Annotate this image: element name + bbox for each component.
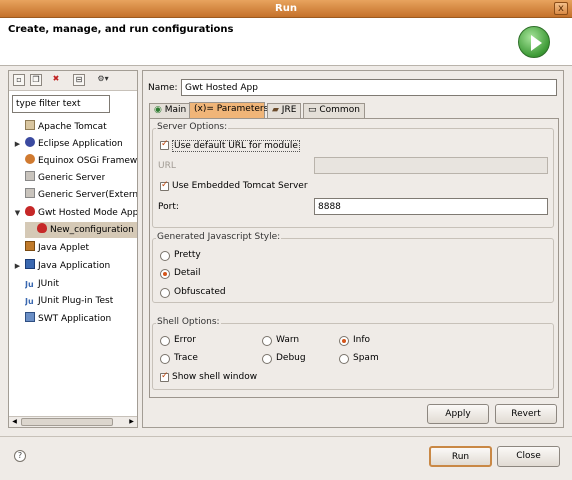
radio-warn-label: Warn	[276, 335, 300, 345]
radio-info[interactable]	[339, 336, 349, 346]
radio-obfuscated[interactable]	[160, 288, 170, 298]
window-title: Run	[275, 3, 297, 14]
close-icon[interactable]: x	[554, 2, 568, 15]
common-tab-icon: ▭	[308, 105, 320, 115]
junit-icon: Ju	[25, 280, 34, 289]
server-icon	[25, 188, 35, 198]
scroll-right-icon[interactable]: ▶	[127, 418, 136, 426]
main-tab-icon: ◉	[154, 105, 165, 115]
jre-tab-icon: ▰	[272, 105, 282, 115]
url-label: URL	[158, 161, 176, 171]
expand-icon[interactable]: ▶	[13, 140, 22, 149]
use-embedded-tomcat-checkbox[interactable]	[160, 180, 169, 191]
use-embedded-tomcat-label: Use Embedded Tomcat Server	[172, 181, 308, 191]
help-icon[interactable]: ?	[14, 450, 26, 462]
radio-info-label: Info	[353, 335, 371, 345]
parameters-page: Server Options: Use default URL for modu…	[149, 118, 559, 398]
tree-item-apache-tomcat[interactable]: Apache Tomcat	[25, 119, 107, 135]
eclipse-icon	[25, 137, 35, 147]
show-shell-window-checkbox[interactable]	[160, 371, 169, 382]
radio-spam-label: Spam	[353, 353, 379, 363]
tree-item-generic-server[interactable]: Generic Server	[25, 170, 105, 186]
port-input[interactable]	[314, 198, 548, 215]
expand-icon[interactable]: ▶	[13, 262, 22, 271]
url-input[interactable]	[314, 157, 548, 174]
name-label: Name:	[148, 83, 178, 93]
footer-divider	[0, 436, 572, 437]
gwt-icon	[25, 206, 35, 216]
radio-trace-label: Trace	[174, 353, 198, 363]
parameters-tab-icon: (x)=	[194, 104, 217, 114]
horizontal-scrollbar[interactable]: ◀ ▶	[9, 416, 137, 427]
junit-icon: Ju	[25, 297, 34, 306]
tab-parameters[interactable]: (x)= Parameters	[189, 102, 268, 118]
new-config-icon[interactable]: ▫	[13, 74, 25, 86]
radio-debug-label: Debug	[276, 353, 306, 363]
close-button[interactable]: Close	[497, 446, 560, 467]
server-options-label: Server Options:	[156, 122, 229, 132]
tree-item-eclipse-application[interactable]: Eclipse Application	[25, 136, 123, 152]
configurations-panel: ▫ ❐ ✖ ⊟ ⚙▾ Apache Tomcat ▶ Eclipse Appli…	[8, 70, 138, 428]
radio-trace[interactable]	[160, 354, 170, 364]
gwt-icon	[37, 223, 47, 233]
collapse-all-icon[interactable]: ⊟	[73, 74, 85, 86]
tree-item-generic-server-external[interactable]: Generic Server(Extern	[25, 187, 137, 203]
port-label: Port:	[158, 202, 179, 212]
radio-error[interactable]	[160, 336, 170, 346]
tree-item-swt-application[interactable]: SWT Application	[25, 311, 111, 327]
tree-item-new-configuration[interactable]: New_configuration	[25, 222, 137, 238]
apply-button[interactable]: Apply	[427, 404, 489, 424]
scroll-thumb[interactable]	[21, 418, 113, 426]
radio-warn[interactable]	[262, 336, 272, 346]
server-icon	[25, 171, 35, 181]
radio-detail-label: Detail	[174, 268, 201, 278]
header-title: Create, manage, and run configurations	[8, 24, 234, 35]
tree-item-java-application[interactable]: Java Application	[25, 258, 110, 274]
radio-obfuscated-label: Obfuscated	[174, 287, 226, 297]
js-style-label: Generated Javascript Style:	[156, 232, 282, 242]
radio-pretty-label: Pretty	[174, 250, 201, 260]
osgi-icon	[25, 154, 35, 164]
tree-item-gwt-hosted-mode[interactable]: Gwt Hosted Mode App	[25, 205, 137, 221]
tree-item-equinox-osgi[interactable]: Equinox OSGi Framew	[25, 153, 137, 169]
scroll-left-icon[interactable]: ◀	[10, 418, 19, 426]
collapse-icon[interactable]: ▼	[13, 209, 22, 218]
swt-icon	[25, 312, 35, 322]
java-icon	[25, 259, 35, 269]
tab-jre[interactable]: ▰ JRE	[267, 103, 302, 118]
filter-input[interactable]	[12, 95, 110, 113]
delete-icon[interactable]: ✖	[50, 74, 62, 86]
tomcat-icon	[25, 120, 35, 130]
radio-spam[interactable]	[339, 354, 349, 364]
configuration-editor: Name: ◉ Main (x)= Parameters ▰ JRE ▭ Com…	[142, 70, 564, 428]
title-bar: Run x	[0, 0, 572, 18]
radio-detail[interactable]	[160, 269, 170, 279]
shell-options-label: Shell Options:	[156, 317, 221, 327]
config-toolbar: ▫ ❐ ✖ ⊟ ⚙▾	[9, 71, 137, 91]
run-icon	[518, 26, 550, 58]
tree-item-junit-plugin-test[interactable]: Ju JUnit Plug-in Test	[25, 293, 113, 309]
duplicate-icon[interactable]: ❐	[30, 74, 42, 86]
filter-icon[interactable]: ⚙▾	[93, 74, 113, 86]
radio-pretty[interactable]	[160, 251, 170, 261]
revert-button[interactable]: Revert	[495, 404, 557, 424]
tab-common[interactable]: ▭ Common	[303, 103, 365, 118]
name-input[interactable]	[181, 79, 557, 96]
use-default-url-label: Use default URL for module	[172, 140, 300, 152]
radio-error-label: Error	[174, 335, 196, 345]
use-default-url-checkbox[interactable]	[160, 139, 169, 150]
tab-main[interactable]: ◉ Main	[149, 103, 192, 118]
tree-item-java-applet[interactable]: Java Applet	[25, 240, 89, 256]
tree-item-junit[interactable]: Ju JUnit	[25, 276, 59, 292]
run-button[interactable]: Run	[429, 446, 492, 467]
applet-icon	[25, 241, 35, 251]
show-shell-window-label: Show shell window	[172, 372, 258, 382]
radio-debug[interactable]	[262, 354, 272, 364]
dialog-header: Create, manage, and run configurations	[0, 18, 572, 66]
